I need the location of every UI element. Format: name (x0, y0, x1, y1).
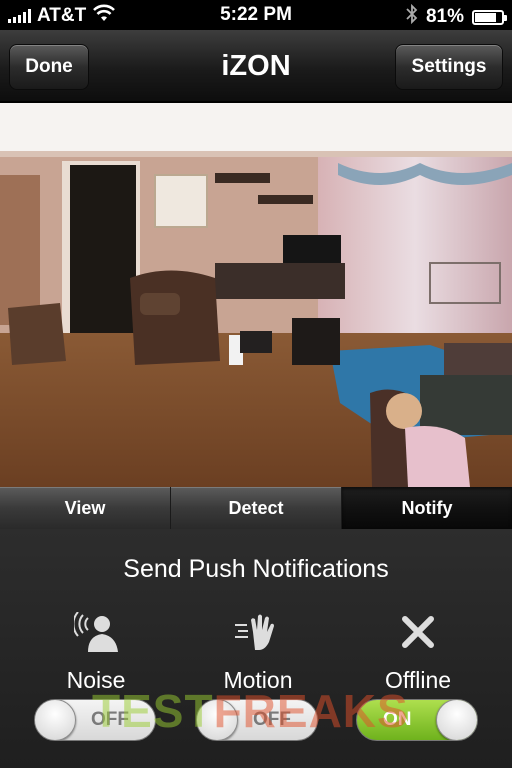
segmented-tabs: View Detect Notify (0, 487, 512, 529)
motion-toggle-state: OFF (253, 709, 291, 730)
navigation-bar: Done iZON Settings (0, 30, 512, 102)
offline-label: Offline (384, 667, 452, 693)
motion-toggle[interactable]: OFF (196, 699, 318, 741)
battery-percent: 81% (425, 6, 464, 27)
status-right: 81% (406, 3, 507, 30)
bluetooth-icon (406, 3, 418, 30)
notify-panel: Send Push Notifications Noise Motion Off… (0, 529, 512, 768)
offline-toggle-state: ON (383, 709, 412, 730)
tab-notify[interactable]: Notify (342, 487, 512, 529)
toggle-knob (35, 700, 76, 740)
panel-title: Send Push Notifications (123, 555, 389, 583)
noise-toggle-state: OFF (91, 709, 129, 730)
motion-icon (235, 611, 281, 653)
tab-view[interactable]: View (0, 487, 171, 529)
offline-toggle[interactable]: ON (356, 699, 478, 741)
motion-option: Motion (188, 611, 328, 694)
camera-feed-image (0, 103, 512, 487)
motion-label: Motion (223, 667, 293, 693)
close-icon (401, 611, 435, 653)
status-bar: AT&T 5:22 PM 81% (0, 0, 512, 30)
toggle-knob (436, 700, 477, 740)
noise-toggle[interactable]: OFF (34, 699, 156, 741)
tab-detect[interactable]: Detect (171, 487, 342, 529)
noise-option: Noise (26, 611, 166, 694)
noise-label: Noise (66, 667, 126, 693)
offline-option: Offline (348, 611, 488, 694)
toggle-knob (197, 700, 238, 740)
battery-icon (472, 9, 507, 25)
noise-icon (74, 611, 118, 653)
settings-button[interactable]: Settings (395, 44, 503, 90)
